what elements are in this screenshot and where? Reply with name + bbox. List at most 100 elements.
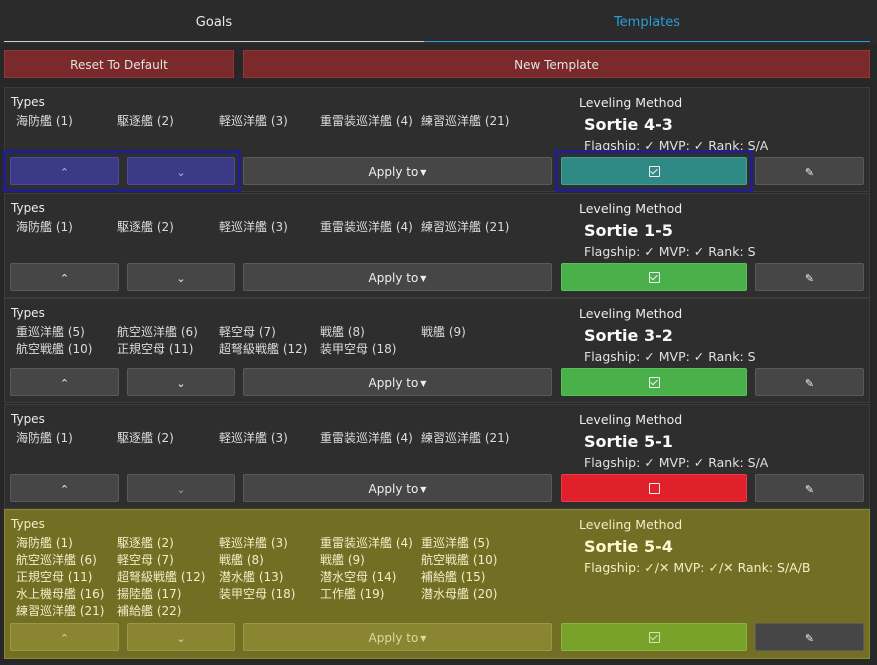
move-down-button[interactable]: ⌄ [127, 263, 235, 291]
ship-type: 重雷装巡洋艦 (4) [320, 220, 413, 234]
chevron-down-icon: ⌄ [176, 377, 186, 390]
leveling-conditions: Flagship: ✓ MVP: ✓ Rank: S/A [584, 138, 769, 153]
move-up-button[interactable]: ⌃ [10, 474, 119, 502]
edit-button[interactable]: ✎ [755, 157, 864, 185]
pencil-icon: ✎ [804, 483, 815, 496]
ship-type: 海防艦 (1) [16, 536, 73, 550]
move-up-button[interactable]: ⌃ [10, 157, 119, 185]
ship-type: 軽巡洋艦 (3) [219, 431, 288, 445]
ship-type: 重雷装巡洋艦 (4) [320, 114, 413, 128]
ship-type: 海防艦 (1) [16, 114, 73, 128]
move-down-button[interactable]: ⌄ [127, 474, 235, 502]
types-label: Types [11, 412, 45, 426]
edit-button[interactable]: ✎ [755, 474, 864, 502]
sortie-title: Sortie 3-2 [584, 326, 673, 345]
ship-type: 軽空母 (7) [219, 325, 276, 339]
move-up-button[interactable]: ⌃ [10, 368, 119, 396]
ship-type: 航空巡洋艦 (6) [117, 325, 198, 339]
pencil-icon: ✎ [804, 166, 815, 179]
caret-down-icon: ▼ [420, 485, 427, 494]
types-label: Types [11, 95, 45, 109]
ship-type: 駆逐艦 (2) [117, 114, 174, 128]
apply-to-label: Apply to [368, 271, 419, 285]
apply-to-dropdown[interactable]: Apply to ▼ [243, 474, 552, 502]
ship-type: 軽巡洋艦 (3) [219, 114, 288, 128]
chevron-up-icon: ⌃ [59, 483, 70, 496]
enable-toggle-button[interactable] [561, 623, 747, 651]
move-up-button[interactable]: ⌃ [10, 263, 119, 291]
pencil-icon: ✎ [804, 377, 815, 390]
leveling-conditions: Flagship: ✓ MVP: ✓ Rank: S [584, 244, 756, 259]
ship-type: 戦艦 (8) [219, 553, 264, 567]
chevron-up-icon: ⌃ [59, 166, 70, 179]
types-label: Types [11, 306, 45, 320]
chevron-down-icon: ⌄ [176, 166, 186, 179]
enable-toggle-button[interactable] [561, 157, 747, 185]
template-row: Types 重巡洋艦 (5) 航空巡洋艦 (6) 軽空母 (7) 戦艦 (8) 戦艦 (9… [4, 298, 870, 403]
ship-type: 軽空母 (7) [117, 553, 174, 567]
types-label: Types [11, 201, 45, 215]
ship-type: 軽巡洋艦 (3) [219, 220, 288, 234]
enable-toggle-button[interactable] [561, 263, 747, 291]
tab-templates[interactable]: Templates [424, 0, 870, 42]
apply-to-dropdown[interactable]: Apply to ▼ [243, 623, 552, 651]
ship-type: 補給艦 (15) [421, 570, 486, 584]
sortie-title: Sortie 5-4 [584, 537, 673, 556]
caret-down-icon: ▼ [420, 379, 427, 388]
ship-type: 戦艦 (8) [320, 325, 365, 339]
edit-button[interactable]: ✎ [755, 623, 864, 651]
ship-type: 練習巡洋艦 (21) [421, 114, 510, 128]
ship-type: 練習巡洋艦 (21) [16, 604, 105, 618]
apply-to-label: Apply to [368, 631, 419, 645]
ship-type: 航空戦艦 (10) [421, 553, 498, 567]
checkbox-checked-icon [648, 166, 660, 177]
apply-to-dropdown[interactable]: Apply to ▼ [243, 157, 552, 185]
move-up-button[interactable]: ⌃ [10, 623, 119, 651]
ship-type: 駆逐艦 (2) [117, 220, 174, 234]
checkbox-checked-icon [648, 377, 660, 388]
enable-toggle-button[interactable] [561, 474, 747, 502]
ship-type: 水上機母艦 (16) [16, 587, 105, 601]
checkbox-checked-icon [648, 632, 660, 643]
new-template-button[interactable]: New Template [243, 50, 870, 78]
template-row: Types 海防艦 (1) 駆逐艦 (2) 軽巡洋艦 (3) 重雷装巡洋艦 (4) 練習巡… [4, 193, 870, 298]
ship-type: 海防艦 (1) [16, 431, 73, 445]
chevron-up-icon: ⌃ [59, 632, 70, 645]
reset-to-default-button[interactable]: Reset To Default [4, 50, 234, 78]
edit-button[interactable]: ✎ [755, 368, 864, 396]
ship-type: 航空戦艦 (10) [16, 342, 93, 356]
move-down-button[interactable]: ⌄ [127, 623, 235, 651]
chevron-down-icon: ⌄ [176, 632, 186, 645]
ship-type: 航空巡洋艦 (6) [16, 553, 97, 567]
move-down-button[interactable]: ⌄ [127, 157, 235, 185]
leveling-method-label: Leveling Method [579, 517, 683, 532]
chevron-down-icon: ⌄ [176, 483, 186, 496]
apply-to-dropdown[interactable]: Apply to ▼ [243, 368, 552, 396]
leveling-conditions: Flagship: ✓ MVP: ✓ Rank: S [584, 349, 756, 364]
apply-to-dropdown[interactable]: Apply to ▼ [243, 263, 552, 291]
caret-down-icon: ▼ [420, 274, 427, 283]
ship-type: 重雷装巡洋艦 (4) [320, 536, 413, 550]
ship-type: 装甲空母 (18) [320, 342, 397, 356]
ship-type: 軽巡洋艦 (3) [219, 536, 288, 550]
ship-type: 正規空母 (11) [16, 570, 93, 584]
tab-goals[interactable]: Goals [4, 0, 424, 42]
pencil-icon: ✎ [804, 272, 815, 285]
caret-down-icon: ▼ [420, 634, 427, 643]
chevron-up-icon: ⌃ [59, 377, 70, 390]
ship-type: 重雷装巡洋艦 (4) [320, 431, 413, 445]
ship-type: 練習巡洋艦 (21) [421, 431, 510, 445]
apply-to-label: Apply to [368, 376, 419, 390]
enable-toggle-button[interactable] [561, 368, 747, 396]
edit-button[interactable]: ✎ [755, 263, 864, 291]
apply-to-label: Apply to [368, 165, 419, 179]
leveling-conditions: Flagship: ✓/✕ MVP: ✓/✕ Rank: S/A/B [584, 560, 811, 575]
sortie-title: Sortie 1-5 [584, 221, 673, 240]
ship-type: 揚陸艦 (17) [117, 587, 182, 601]
ship-type: 戦艦 (9) [320, 553, 365, 567]
leveling-method-label: Leveling Method [579, 201, 683, 216]
move-down-button[interactable]: ⌄ [127, 368, 235, 396]
ship-type: 工作艦 (19) [320, 587, 385, 601]
ship-type: 装甲空母 (18) [219, 587, 296, 601]
sortie-title: Sortie 5-1 [584, 432, 673, 451]
